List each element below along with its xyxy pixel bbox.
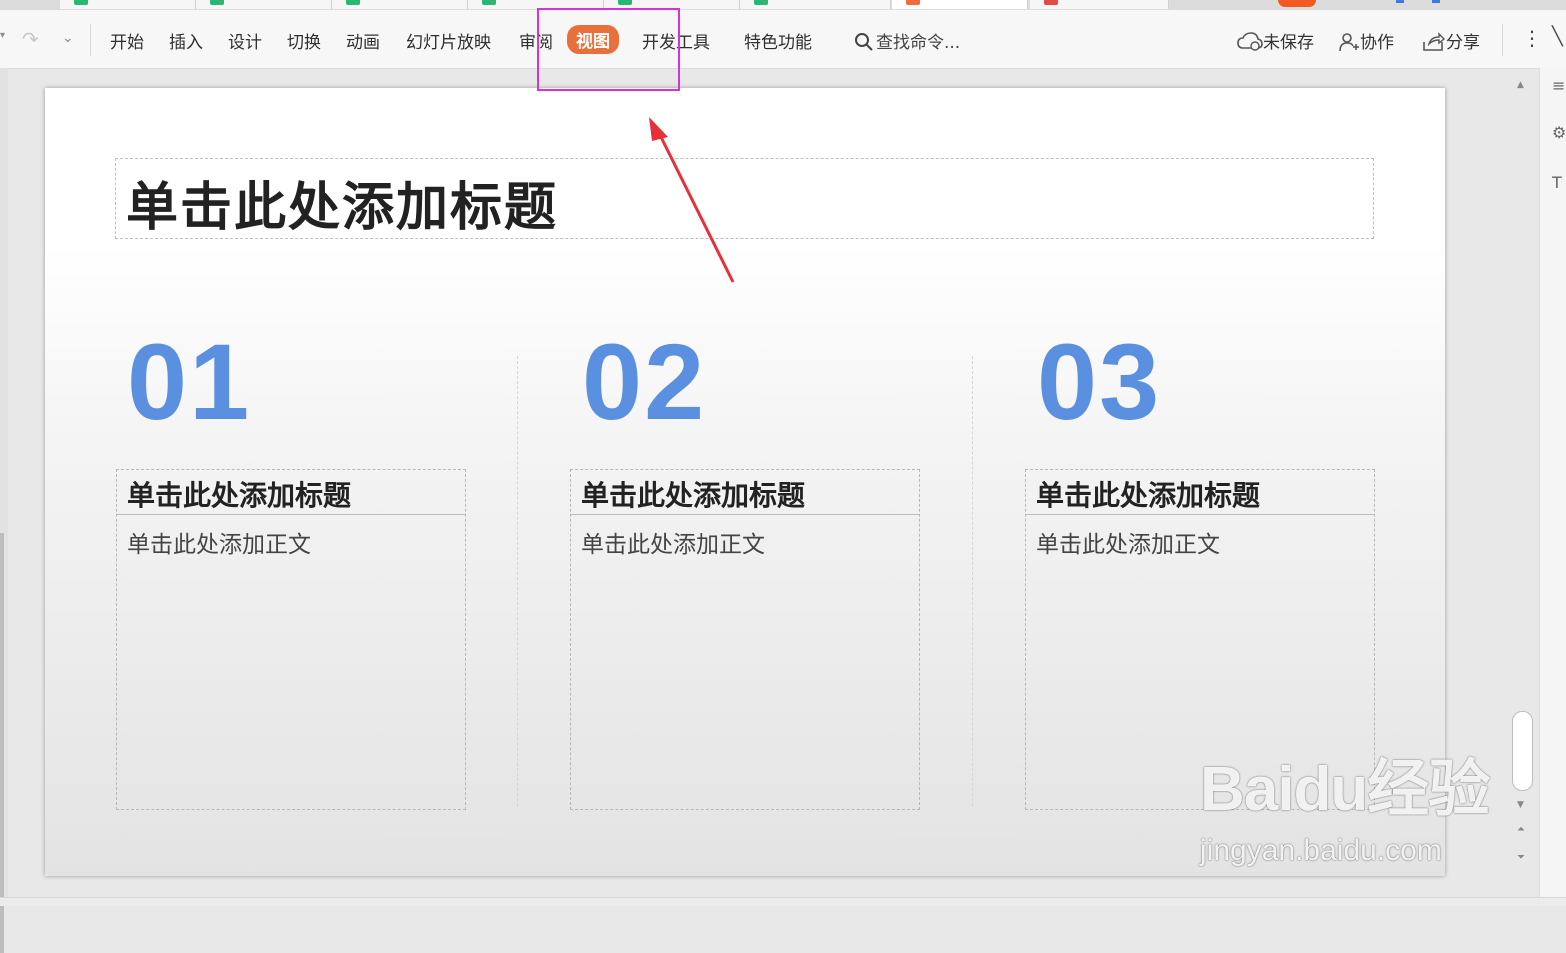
save-status-label: 未保存 — [1263, 33, 1314, 53]
subtitle-placeholder-text: 单击此处添加标题 — [571, 470, 919, 515]
sheet-tab-icon — [618, 0, 632, 5]
column-number: 03 — [1037, 321, 1162, 442]
command-search[interactable]: 查找命令... — [854, 28, 960, 53]
menu-animations[interactable]: 动画 — [346, 28, 380, 53]
subtitle-placeholder-text: 单击此处添加标题 — [1026, 470, 1374, 515]
column-number: 01 — [127, 321, 252, 442]
ribbon-toolbar: ▾ ↷ ⌄ 开始 插入 设计 切换 动画 幻灯片放映 审阅 视图 开发工具 特色… — [0, 10, 1566, 69]
left-panel-marker — [0, 533, 4, 953]
share-label: 分享 — [1446, 33, 1480, 53]
collaborate-button[interactable]: 协作 — [1338, 28, 1394, 53]
column-divider — [517, 356, 518, 806]
left-panel-edge — [0, 68, 8, 953]
toolbar-separator — [1502, 24, 1503, 56]
save-status[interactable]: 未保存 — [1237, 28, 1314, 53]
document-tab[interactable] — [1030, 0, 1169, 9]
document-tab[interactable] — [740, 0, 891, 9]
document-tab[interactable] — [196, 0, 332, 9]
quick-access-more-icon[interactable]: ⌄ — [62, 30, 74, 46]
next-slide-icon[interactable]: ⏷ — [1517, 852, 1525, 863]
body-placeholder-text: 单击此处添加正文 — [127, 532, 311, 558]
pdf-tab-icon — [1044, 0, 1058, 5]
panel-menu-icon[interactable]: ≡ — [1552, 76, 1565, 95]
cloud-status-icon — [1396, 0, 1404, 3]
dropdown-arrow-icon[interactable]: ▾ — [0, 30, 5, 41]
menu-insert[interactable]: 插入 — [169, 28, 203, 53]
baidu-watermark: Baidu经验 jingyan.baidu.com — [1200, 738, 1490, 867]
subtitle-placeholder-text: 单击此处添加标题 — [117, 470, 465, 515]
toolbar-separator — [90, 24, 91, 56]
column-number: 02 — [582, 321, 707, 442]
properties-icon[interactable]: ⚙ — [1552, 123, 1566, 142]
menu-transitions[interactable]: 切换 — [287, 28, 321, 53]
annotation-highlight-box — [537, 8, 680, 91]
body-placeholder-text: 单击此处添加正文 — [581, 532, 765, 558]
sheet-tab-icon — [210, 0, 224, 5]
watermark-site: jingyan.baidu.com — [1200, 834, 1442, 867]
sheet-tab-icon — [754, 0, 768, 5]
column-divider — [972, 356, 973, 806]
scroll-down-icon[interactable]: ▼ — [1517, 800, 1524, 810]
sheet-tab-icon — [74, 0, 88, 5]
menu-special-features[interactable]: 特色功能 — [744, 28, 812, 53]
share-icon — [1423, 32, 1446, 51]
search-icon — [855, 33, 873, 51]
redo-icon[interactable]: ↷ — [22, 27, 39, 51]
annotation-arrow — [649, 117, 735, 283]
cloud-unsaved-icon — [1237, 32, 1263, 51]
collaborate-label: 协作 — [1360, 33, 1394, 53]
sheet-tab-icon — [482, 0, 496, 5]
share-button[interactable]: 分享 — [1422, 28, 1480, 53]
presentation-tab-icon — [906, 0, 920, 5]
menu-design[interactable]: 设计 — [228, 28, 262, 53]
collapse-ribbon-icon[interactable]: ╲ — [1552, 26, 1563, 47]
content-placeholder[interactable]: 单击此处添加标题 单击此处添加正文 — [570, 469, 920, 810]
document-tab[interactable] — [60, 0, 196, 9]
document-tab[interactable] — [332, 0, 468, 9]
content-placeholder[interactable]: 单击此处添加标题 单击此处添加正文 — [116, 469, 466, 810]
watermark-brand: Baidu经验 — [1200, 755, 1490, 824]
previous-slide-icon[interactable]: ⏶ — [1517, 824, 1525, 835]
app-logo-icon — [1278, 0, 1316, 7]
text-format-icon[interactable]: T — [1552, 173, 1562, 192]
sheet-tab-icon — [346, 0, 360, 5]
title-placeholder-text: 单击此处添加标题 — [126, 178, 559, 238]
vertical-scrollbar[interactable]: ▲ ▼ ⏶ ⏷ — [1509, 68, 1537, 898]
command-search-label: 查找命令... — [876, 33, 961, 53]
account-icon — [1432, 0, 1440, 3]
menu-slideshow[interactable]: 幻灯片放映 — [406, 28, 491, 53]
more-options-icon[interactable]: ⋮ — [1522, 26, 1542, 50]
menu-home[interactable]: 开始 — [110, 28, 144, 53]
body-placeholder-text: 单击此处添加正文 — [1036, 532, 1220, 558]
scroll-up-icon[interactable]: ▲ — [1517, 80, 1524, 90]
right-side-panel: ≡ ⚙ T — [1539, 68, 1566, 905]
scrollbar-thumb[interactable] — [1512, 711, 1533, 791]
collaborate-icon — [1339, 33, 1359, 52]
document-tab-active[interactable] — [892, 0, 1028, 9]
